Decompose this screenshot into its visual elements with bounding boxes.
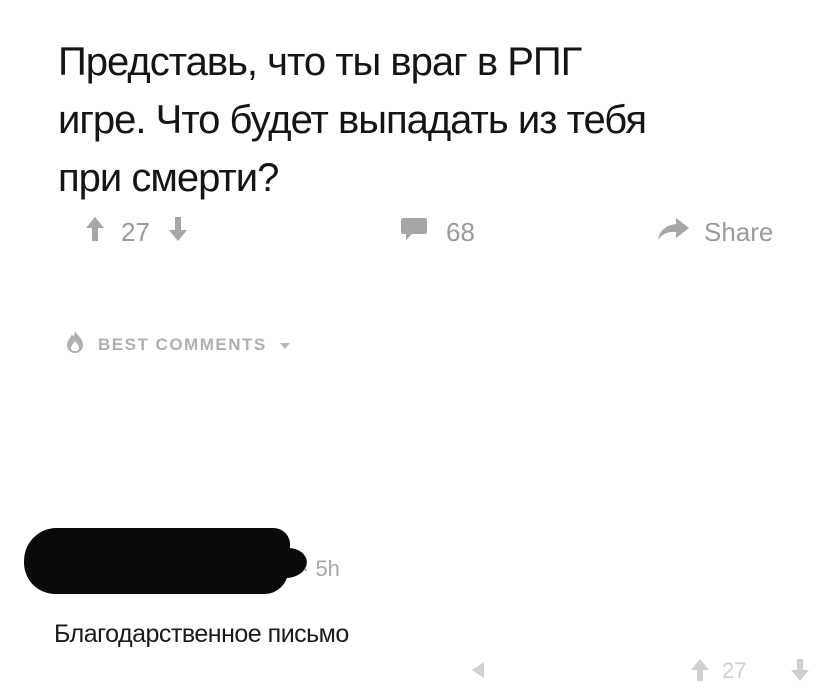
comments-count: 68 — [446, 217, 475, 247]
comment-actions: 27 — [450, 658, 810, 688]
comments-sort-dropdown[interactable]: BEST COMMENTS — [66, 330, 291, 359]
share-button[interactable]: Share — [656, 216, 773, 249]
arrow-up-icon[interactable] — [85, 216, 105, 249]
comments-button[interactable]: 68 — [400, 216, 475, 249]
comment-timestamp: · 5h — [302, 556, 340, 581]
vote-count: 27 — [121, 217, 150, 247]
comments-sort-label: BEST COMMENTS — [98, 334, 267, 354]
comment-bubble-icon — [400, 216, 428, 249]
comment-downvote-icon[interactable] — [790, 658, 810, 688]
arrow-down-icon[interactable] — [168, 216, 188, 249]
comment-text: Благодарственное письмо — [54, 620, 349, 648]
share-arrow-icon — [656, 216, 690, 249]
post-title: Представь, что ты враг в РПГ игре. Что б… — [58, 33, 798, 207]
comment-upvote-icon[interactable] — [690, 658, 710, 688]
post-action-bar: 27 68 Share — [0, 212, 826, 252]
redacted-username — [21, 528, 292, 594]
vote-group: 27 — [85, 216, 188, 249]
post-title-line-1: Представь, что ты враг в РПГ — [58, 39, 582, 84]
post-title-line-3: при смерти? — [58, 155, 279, 200]
share-label: Share — [704, 217, 774, 247]
post-title-line-2: игре. Что будет выпадать из тебя — [58, 97, 647, 142]
comment-upvote-count: 27 — [722, 658, 747, 683]
chevron-down-icon — [279, 335, 291, 355]
reply-icon[interactable] — [470, 658, 510, 688]
flame-icon — [66, 330, 84, 359]
